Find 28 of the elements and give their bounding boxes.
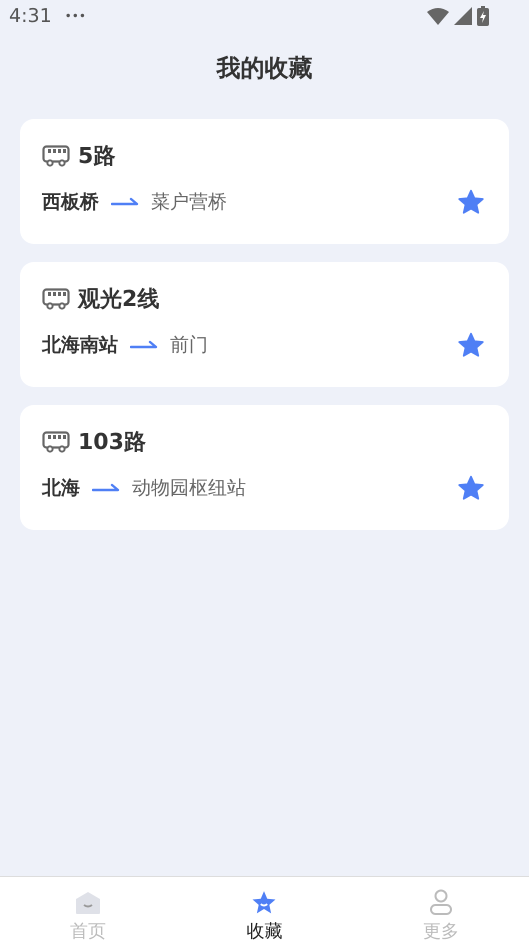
home-icon (75, 891, 102, 915)
tab[interactable]: 收藏 (176, 877, 353, 945)
star-icon[interactable] (457, 475, 485, 501)
destination-stop: 前门 (170, 333, 208, 358)
star-icon (251, 890, 278, 915)
origin-stop: 北海 (42, 476, 80, 501)
bus-icon (42, 145, 70, 167)
wifi-icon (427, 7, 449, 25)
bus-icon (42, 288, 70, 310)
page-title: 我的收藏 (215, 53, 314, 84)
destination-stop: 菜户营桥 (151, 190, 227, 215)
star-icon[interactable] (457, 189, 485, 215)
status-time: 4:31 (9, 5, 52, 27)
person-icon (428, 889, 453, 915)
star-icon[interactable] (457, 332, 485, 358)
signal-icon (454, 7, 472, 25)
route-name: 观光2线 (78, 286, 160, 314)
battery-icon (477, 6, 489, 26)
destination-stop: 动物园枢纽站 (132, 476, 246, 501)
origin-stop: 北海南站 (42, 333, 118, 358)
route-card[interactable]: 观光2线 北海南站 前门 (20, 262, 509, 387)
route-name: 5路 (78, 143, 116, 171)
bus-icon (42, 431, 70, 453)
route-card[interactable]: 5路 西板桥 菜户营桥 (20, 119, 509, 244)
origin-stop: 西板桥 (42, 190, 99, 215)
status-more: ••• (64, 9, 86, 23)
route-name: 103路 (78, 429, 146, 457)
route-card[interactable]: 103路 北海 动物园枢纽站 (20, 405, 509, 530)
